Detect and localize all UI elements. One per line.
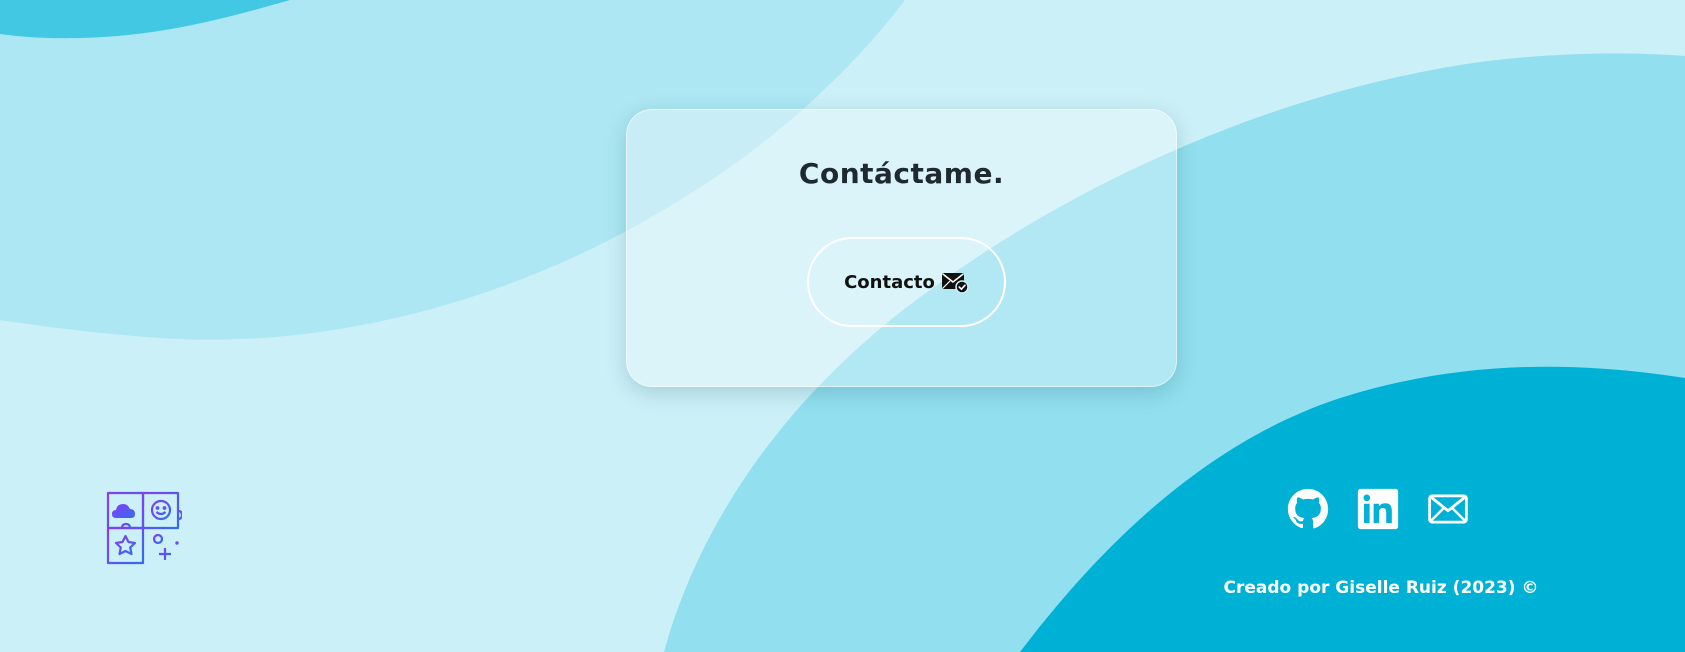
social-links: [1287, 488, 1469, 530]
contact-button-label: Contacto: [844, 271, 935, 293]
footer-credit: Creado por Giselle Ruiz (2023) ©: [1223, 578, 1539, 598]
envelope-check-icon: [941, 270, 969, 294]
mail-icon[interactable]: [1427, 488, 1469, 530]
contact-card: Contáctame. Contacto: [626, 109, 1177, 387]
contact-button[interactable]: Contacto: [807, 237, 1006, 327]
app-grid-logo-icon[interactable]: [106, 491, 184, 567]
linkedin-icon[interactable]: [1357, 488, 1399, 530]
github-icon[interactable]: [1287, 488, 1329, 530]
contact-title: Contáctame.: [798, 157, 1005, 190]
